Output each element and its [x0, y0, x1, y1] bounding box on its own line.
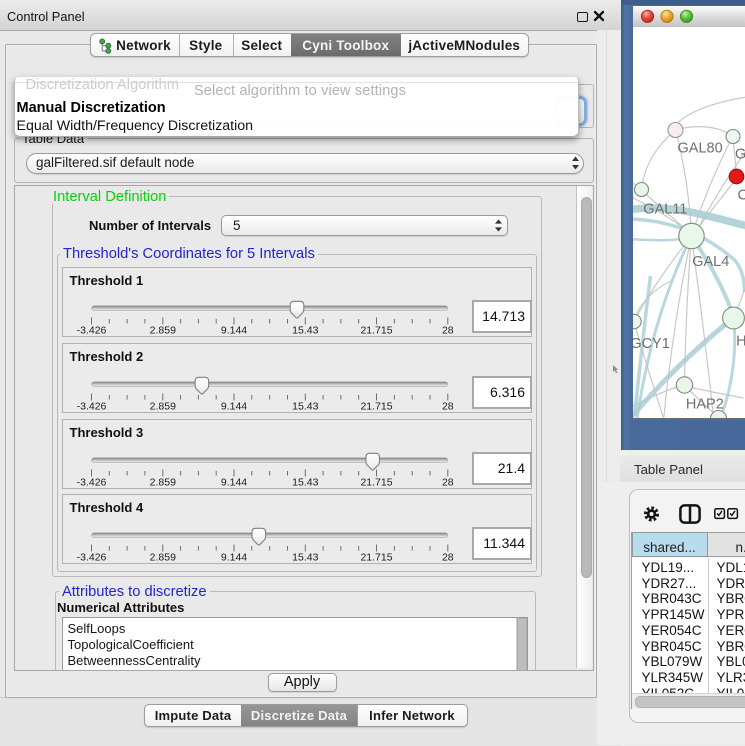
svg-text:GAL11: GAL11 — [643, 202, 687, 218]
svg-text:15.43: 15.43 — [292, 325, 318, 337]
svg-text:21.715: 21.715 — [360, 552, 392, 564]
svg-text:-3.426: -3.426 — [76, 325, 106, 337]
svg-text:21.715: 21.715 — [360, 476, 392, 488]
svg-text:9.144: 9.144 — [220, 476, 246, 488]
svg-text:HAP2: HAP2 — [685, 397, 723, 413]
svg-text:21.715: 21.715 — [360, 400, 392, 412]
svg-text:2.859: 2.859 — [149, 476, 175, 488]
svg-text:9.144: 9.144 — [220, 400, 246, 412]
svg-text:9.144: 9.144 — [220, 552, 246, 564]
svg-text:2.859: 2.859 — [149, 552, 175, 564]
svg-text:GCY1: GCY1 — [633, 336, 670, 352]
svg-text:2.859: 2.859 — [149, 325, 175, 337]
svg-text:9.144: 9.144 — [220, 325, 246, 337]
svg-text:15.43: 15.43 — [292, 552, 318, 564]
svg-text:28: 28 — [441, 552, 453, 564]
svg-text:-3.426: -3.426 — [76, 476, 106, 488]
svg-text:21.715: 21.715 — [360, 325, 392, 337]
svg-text:GAL80: GAL80 — [677, 141, 722, 157]
svg-text:H: H — [736, 334, 745, 350]
svg-text:C: C — [737, 188, 745, 204]
svg-text:GAL4: GAL4 — [692, 254, 729, 270]
svg-text:28: 28 — [441, 325, 453, 337]
svg-text:-3.426: -3.426 — [76, 552, 106, 564]
svg-text:15.43: 15.43 — [292, 400, 318, 412]
svg-text:2.859: 2.859 — [149, 400, 175, 412]
svg-text:15.43: 15.43 — [292, 476, 318, 488]
svg-text:28: 28 — [441, 400, 453, 412]
svg-text:28: 28 — [441, 476, 453, 488]
svg-text:-3.426: -3.426 — [76, 400, 106, 412]
svg-text:GA: GA — [735, 147, 745, 163]
